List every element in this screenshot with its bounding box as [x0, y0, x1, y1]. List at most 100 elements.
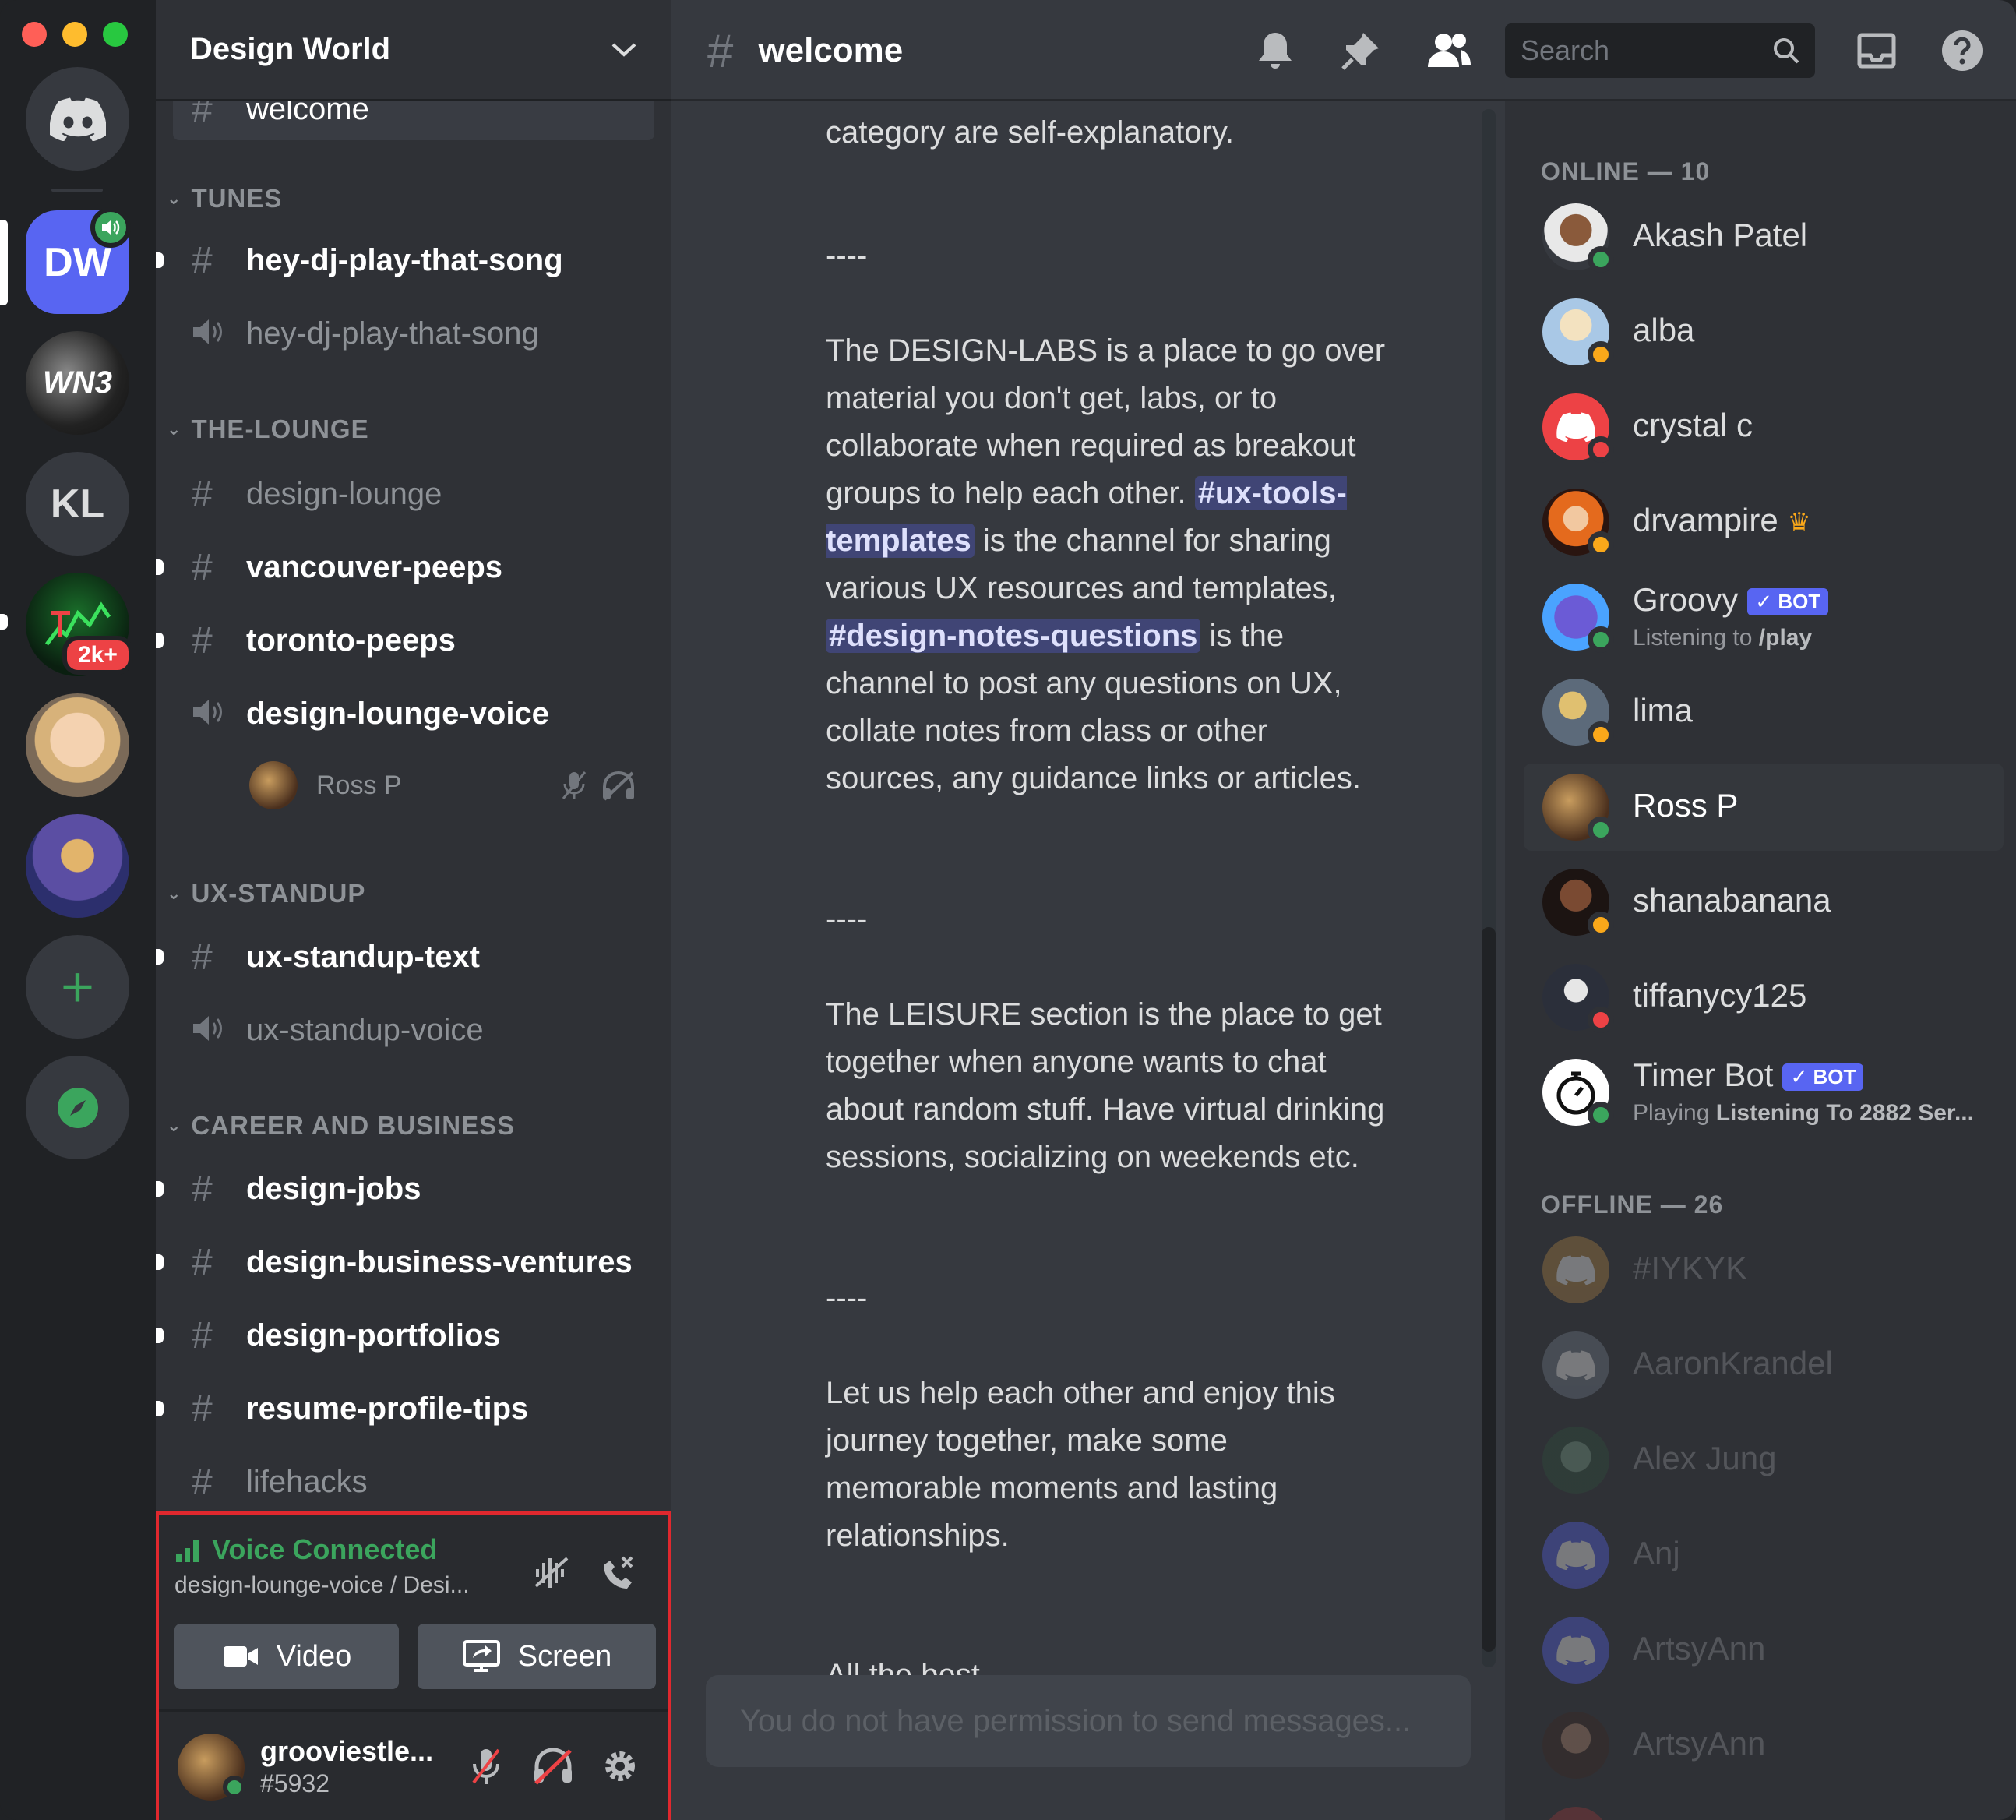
separator-text: ---- — [826, 1281, 868, 1315]
category-ux-standup[interactable]: ⌄ UX-STANDUP — [167, 879, 365, 908]
server-wn3[interactable]: WN3 — [26, 331, 129, 435]
member-alex-jung[interactable]: Alex Jung — [1524, 1416, 2004, 1504]
deafen-button[interactable] — [530, 1743, 576, 1790]
window-controls — [22, 22, 128, 47]
member-iykyk[interactable]: #IYKYK — [1524, 1226, 2004, 1314]
disconnect-button[interactable] — [595, 1549, 642, 1596]
unread-indicator — [156, 559, 164, 575]
channel-ux-standup-text[interactable]: # ux-standup-text — [156, 926, 654, 988]
member-shanabanana[interactable]: shanabanana — [1524, 859, 2004, 946]
home-button[interactable] — [26, 67, 129, 171]
channel-design-jobs[interactable]: # design-jobs — [156, 1158, 654, 1220]
member-groovy[interactable]: Groovy ✓ BOT Listening to /play — [1524, 573, 2004, 661]
member-artsyann-2[interactable]: ArtsyAnn — [1524, 1702, 2004, 1789]
voice-channel-member[interactable]: Ross P — [249, 754, 654, 817]
inbox-button[interactable] — [1849, 23, 1904, 78]
notifications-button[interactable] — [1248, 23, 1302, 78]
member-anj[interactable]: Anj — [1524, 1511, 2004, 1599]
channel-toronto-peeps[interactable]: # toronto-peeps — [156, 609, 654, 672]
channel-design-portfolios[interactable]: # design-portfolios — [156, 1304, 654, 1367]
channel-ux-standup-voice[interactable]: ux-standup-voice — [173, 999, 654, 1061]
channel-lifehacks[interactable]: # lifehacks — [173, 1451, 654, 1511]
category-label: THE-LOUNGE — [191, 414, 369, 443]
message-input[interactable]: You do not have permission to send messa… — [706, 1675, 1471, 1767]
channel-mention-design-notes-questions[interactable]: #design-notes-questions — [826, 619, 1201, 653]
server-kid-avatar[interactable] — [26, 693, 129, 797]
add-server-button[interactable]: + — [26, 935, 129, 1039]
unread-server-indicator — [0, 614, 8, 630]
channel-hey-dj-text[interactable]: # hey-dj-play-that-song — [156, 229, 654, 291]
help-button[interactable] — [1935, 23, 1990, 78]
explore-servers-button[interactable] — [26, 1056, 129, 1159]
noise-suppression-button[interactable] — [528, 1549, 575, 1596]
screen-share-button[interactable]: Screen — [418, 1624, 656, 1689]
member-crystal-c[interactable]: crystal c — [1524, 383, 2004, 471]
category-the-lounge[interactable]: ⌄ THE-LOUNGE — [167, 414, 369, 444]
hash-icon: # — [192, 473, 213, 515]
discord-window: DW WN3 KL 2k+ + Design World # welcome ⌄… — [0, 0, 2016, 1820]
video-button[interactable]: Video — [174, 1624, 399, 1689]
activity-prefix: Listening to — [1633, 625, 1759, 651]
member-aaronkrandel[interactable]: AaronKrandel — [1524, 1321, 2004, 1409]
unread-indicator — [156, 1401, 164, 1416]
minimize-window-button[interactable] — [62, 22, 87, 47]
search-input[interactable]: Search — [1505, 23, 1815, 78]
compass-icon — [57, 1087, 98, 1128]
user-settings-button[interactable] — [597, 1743, 643, 1790]
member-drvampire[interactable]: drvampire ♛ — [1524, 478, 2004, 566]
member-akash-patel[interactable]: Akash Patel — [1524, 193, 2004, 280]
channel-title: # welcome — [707, 0, 903, 101]
hash-icon: # — [192, 546, 213, 588]
bot-badge-label: BOT — [1813, 1065, 1856, 1089]
crown-icon: ♛ — [1787, 508, 1811, 538]
member-timer-bot[interactable]: Timer Bot ✓ BOT Playing Listening To 2882… — [1524, 1049, 2004, 1136]
server-header[interactable]: Design World — [156, 0, 671, 101]
member-alba[interactable]: alba — [1524, 288, 2004, 376]
voice-location[interactable]: design-lounge-voice / Desi... — [174, 1572, 470, 1599]
channel-label: vancouver-peeps — [246, 549, 503, 584]
voice-connection-panel: Voice Connected design-lounge-voice / De… — [156, 1511, 671, 1820]
discord-logo-icon — [1556, 1540, 1595, 1570]
muted-mic-icon — [561, 770, 587, 808]
mention-badge: 2k+ — [62, 636, 133, 675]
bell-icon — [1259, 33, 1292, 69]
maximize-window-button[interactable] — [103, 22, 128, 47]
idle-status-icon — [1588, 721, 1614, 748]
mute-button[interactable] — [463, 1743, 509, 1790]
member-artsyann[interactable]: ArtsyAnn — [1524, 1607, 2004, 1694]
channel-design-business-ventures[interactable]: # design-business-ventures — [156, 1231, 654, 1293]
scrollbar-thumb[interactable] — [1482, 927, 1496, 1652]
member-list-toggle[interactable] — [1418, 23, 1480, 78]
member-ross-p[interactable]: Ross P — [1524, 764, 2004, 851]
channel-welcome[interactable]: # welcome — [173, 101, 654, 140]
member-tiffanycy125[interactable]: tiffanycy125 — [1524, 954, 2004, 1041]
avatar — [249, 761, 298, 809]
server-name: Design World — [190, 32, 391, 66]
unread-indicator — [156, 949, 164, 965]
avatar — [1542, 1807, 1609, 1820]
pinned-messages-button[interactable] — [1334, 23, 1388, 78]
server-cartoon-avatar[interactable] — [26, 814, 129, 918]
member-partial[interactable] — [1524, 1797, 2004, 1820]
chevron-down-icon: ⌄ — [167, 1116, 182, 1135]
channel-design-lounge[interactable]: # design-lounge — [173, 463, 654, 525]
member-name: ArtsyAnn — [1633, 1725, 1766, 1762]
category-tunes[interactable]: ⌄ TUNES — [167, 184, 282, 213]
server-kl[interactable]: KL — [26, 452, 129, 556]
username[interactable]: grooviestle... — [260, 1735, 433, 1768]
hash-icon: # — [192, 936, 213, 978]
online-status-icon — [223, 1776, 246, 1799]
hash-icon: # — [192, 1314, 213, 1356]
channel-hey-dj-voice[interactable]: hey-dj-play-that-song — [173, 302, 654, 365]
channel-design-lounge-voice[interactable]: design-lounge-voice — [173, 682, 654, 745]
channel-resume-profile-tips[interactable]: # resume-profile-tips — [156, 1377, 654, 1440]
member-lima[interactable]: lima — [1524, 668, 2004, 756]
close-window-button[interactable] — [22, 22, 47, 47]
chat-scrollbar[interactable] — [1482, 109, 1496, 1667]
channel-vancouver-peeps[interactable]: # vancouver-peeps — [156, 536, 654, 598]
channel-label: design-portfolios — [246, 1317, 501, 1353]
online-status-icon — [1588, 1102, 1614, 1128]
hash-icon: # — [192, 1461, 213, 1503]
category-career-and-business[interactable]: ⌄ CAREER AND BUSINESS — [167, 1111, 515, 1141]
voice-status[interactable]: Voice Connected — [174, 1533, 437, 1566]
